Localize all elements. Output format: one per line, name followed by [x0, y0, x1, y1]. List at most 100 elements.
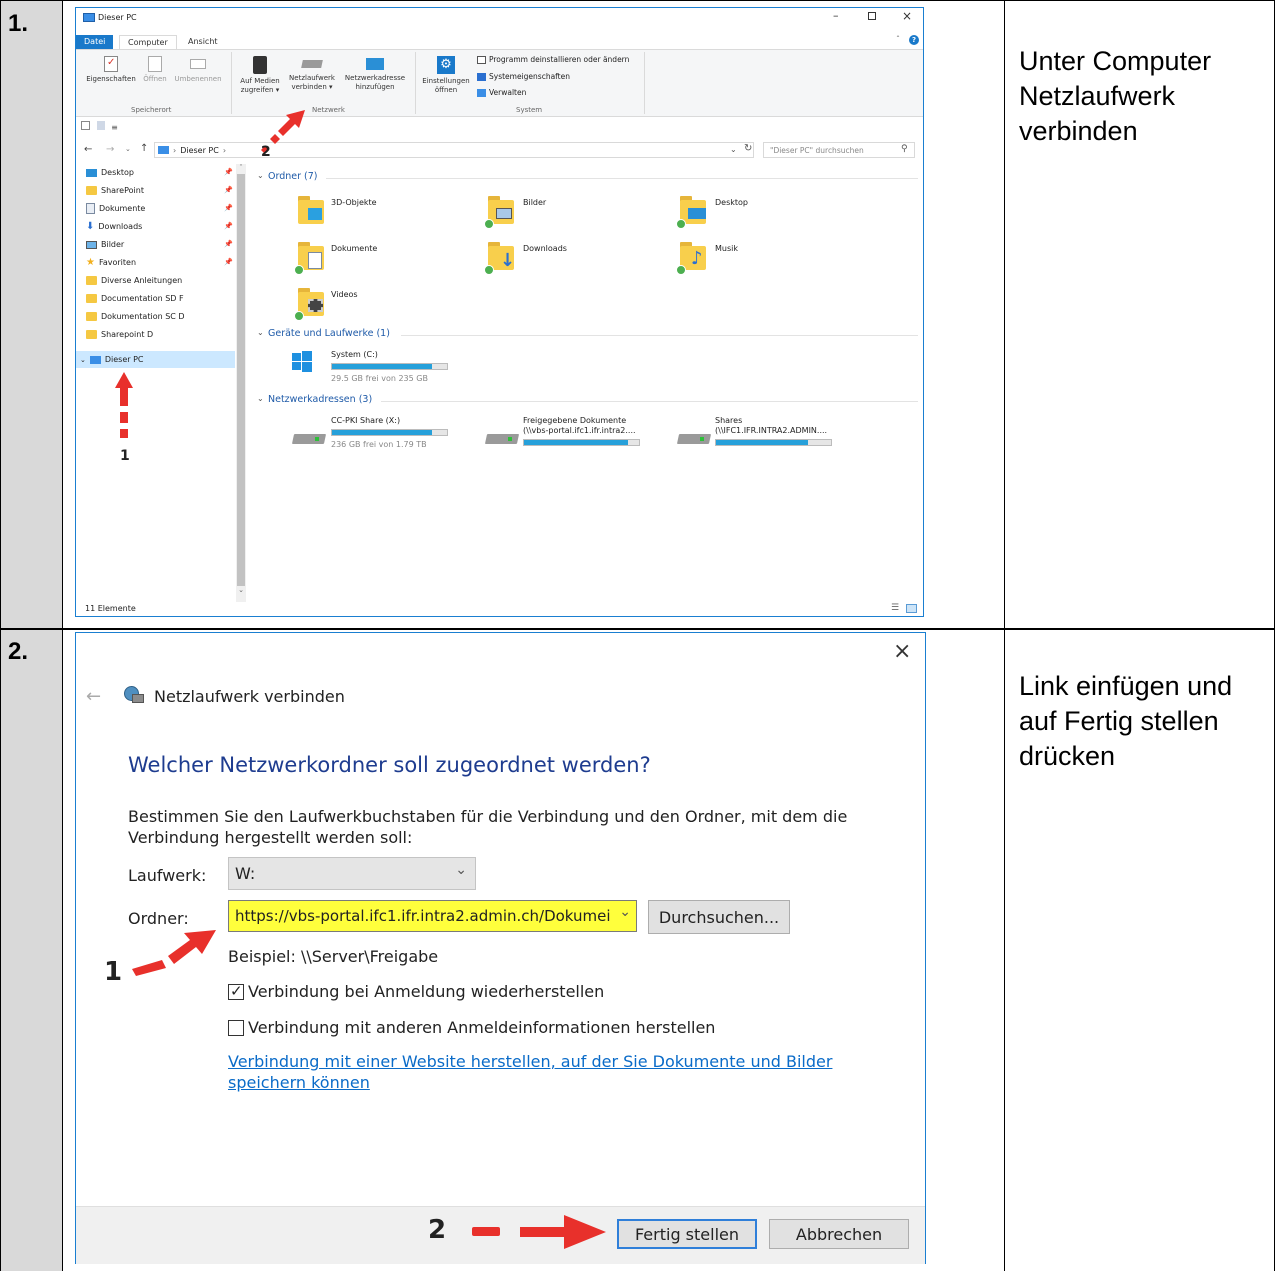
sidebar-item-desktop[interactable]: Desktop [86, 164, 134, 181]
tiles-view-icon[interactable] [906, 604, 917, 613]
scroll-up-icon[interactable]: ˆ [236, 164, 246, 172]
tab-datei[interactable]: Datei [76, 35, 114, 49]
sidebar-item-bilder[interactable]: Bilder [86, 236, 124, 253]
chevron-down-icon[interactable]: ⌄ [80, 356, 86, 364]
netzwerkadresse-hinzufuegen-button[interactable]: Netzwerkadresse hinzufügen [340, 56, 410, 92]
close-icon[interactable]: × [893, 639, 911, 664]
search-icon[interactable]: ⚲ [901, 144, 908, 154]
umbenennen-button[interactable]: Umbenennen [172, 56, 224, 84]
chevron-down-icon[interactable]: ⌄ [619, 904, 631, 920]
folder-dokumente-icon[interactable] [294, 240, 326, 275]
windows-logo-icon[interactable] [292, 351, 314, 373]
pin-icon[interactable]: 📌 [224, 204, 233, 212]
folder-label[interactable]: Musik [715, 244, 738, 253]
section-header-laufwerke[interactable]: Geräte und Laufwerke (1) [268, 328, 390, 339]
minimize-button[interactable]: – [833, 9, 839, 22]
laufwerk-select[interactable]: W: ⌄ [228, 857, 476, 890]
chevron-down-icon[interactable]: ⌄ [257, 328, 264, 337]
close-icon[interactable]: × [902, 9, 912, 23]
auf-medien-zugreifen-button[interactable]: Auf Medien zugreifen ▾ [235, 56, 285, 95]
verwalten-button[interactable]: Verwalten [477, 88, 526, 97]
search-input[interactable]: "Dieser PC" durchsuchen [763, 142, 915, 158]
chevron-down-icon[interactable]: ⌄ [455, 862, 467, 878]
other-credentials-checkbox-row[interactable]: Verbindung mit anderen Anmeldeinformatio… [228, 1018, 715, 1037]
recent-dropdown-icon[interactable]: ⌄ [125, 145, 131, 153]
tab-ansicht[interactable]: Ansicht [180, 35, 226, 49]
maximize-button[interactable] [868, 12, 876, 20]
breadcrumb[interactable]: Dieser PC [180, 146, 219, 155]
page-icon[interactable] [96, 121, 105, 130]
chevron-up-icon[interactable]: ˆ [896, 35, 900, 44]
sidebar-item-documentation-sd-f[interactable]: Documentation SD F [86, 290, 184, 307]
fertig-stellen-button[interactable]: Fertig stellen [617, 1219, 757, 1249]
network-drive-icon[interactable] [291, 428, 327, 446]
sidebar-item-favoriten[interactable]: ★ Favoriten [86, 254, 136, 271]
network-label[interactable]: Shares [715, 416, 742, 425]
pin-icon[interactable]: 📌 [224, 168, 233, 176]
folder-bilder-icon[interactable] [484, 194, 516, 229]
folder-3d-objekte-icon[interactable] [296, 194, 326, 226]
address-dropdown-icon[interactable]: ⌄ [730, 145, 737, 154]
eigenschaften-button[interactable]: ✓ Eigenschaften [80, 56, 142, 84]
folder-label[interactable]: Videos [331, 290, 358, 299]
folder-label[interactable]: Dokumente [331, 244, 377, 253]
ordner-input[interactable]: https://vbs-portal.ifc1.ifr.intra2.admin… [228, 900, 637, 932]
folder-desktop-icon[interactable] [676, 194, 708, 229]
scrollbar-thumb[interactable] [237, 174, 245, 586]
network-sub[interactable]: (\\vbs-portal.ifc1.ifr.intra2.... [523, 426, 636, 435]
back-arrow-icon[interactable]: ← [86, 686, 101, 707]
sidebar-item-sharepoint-d[interactable]: Sharepoint D [86, 326, 153, 343]
network-drive-icon[interactable] [676, 428, 712, 446]
check-icon: ✓ [230, 981, 243, 1000]
back-arrow-icon[interactable]: ← [84, 144, 92, 155]
network-drive-icon[interactable] [484, 428, 520, 446]
chevron-down-icon[interactable]: ⌄ [257, 394, 264, 403]
sidebar-item-dokumente[interactable]: Dokumente [86, 200, 145, 217]
pin-icon[interactable]: 📌 [224, 186, 233, 194]
reconnect-checkbox-row[interactable]: ✓ Verbindung bei Anmeldung wiederherstel… [228, 982, 604, 1001]
reconnect-checkbox[interactable]: ✓ [228, 981, 244, 1000]
folder-label[interactable]: Bilder [523, 198, 546, 207]
pin-icon[interactable]: 📌 [224, 240, 233, 248]
drive-label[interactable]: System (C:) [331, 350, 378, 359]
other-credentials-checkbox[interactable] [228, 1019, 244, 1036]
netzlaufwerk-verbinden-button[interactable]: Netzlaufwerk verbinden ▾ [285, 56, 339, 92]
systemeigenschaften-button[interactable]: Systemeigenschaften [477, 72, 570, 81]
folder-musik-icon[interactable]: ♪ [676, 240, 708, 275]
details-view-icon[interactable]: ☰ [891, 603, 899, 613]
sidebar-item-downloads[interactable]: ⬇ Downloads [86, 218, 142, 235]
network-label[interactable]: Freigegebene Dokumente [523, 416, 626, 425]
sidebar-item-dokumentation-sc-d[interactable]: Dokumentation SC D [86, 308, 185, 325]
help-icon[interactable]: ? [909, 35, 919, 45]
refresh-icon[interactable]: ↻ [744, 143, 752, 154]
pin-icon[interactable]: 📌 [224, 258, 233, 266]
folder-label[interactable]: Desktop [715, 198, 748, 207]
chevron-down-icon[interactable]: ⌄ [257, 171, 264, 180]
programm-deinstallieren-button[interactable]: Programm deinstallieren oder ändern [477, 55, 629, 64]
sidebar-item-dieser-pc[interactable]: ⌄ Dieser PC [76, 351, 235, 368]
abbrechen-button[interactable]: Abbrechen [769, 1219, 909, 1249]
folder-downloads-icon[interactable]: ↓ [484, 240, 516, 275]
folder-label[interactable]: 3D-Objekte [331, 198, 377, 207]
sidebar-item-sharepoint[interactable]: SharePoint [86, 182, 144, 199]
network-sub[interactable]: (\\IFC1.IFR.INTRA2.ADMIN.... [715, 426, 827, 435]
folder-label[interactable]: Downloads [523, 244, 567, 253]
forward-arrow-icon[interactable]: → [106, 144, 114, 155]
address-bar[interactable]: › Dieser PC › [154, 142, 754, 158]
sidebar-scrollbar[interactable]: ˆ ⌄ [236, 164, 246, 602]
einstellungen-oeffnen-button[interactable]: ⚙ Einstellungen öffnen [418, 56, 474, 95]
scroll-down-icon[interactable]: ⌄ [236, 586, 246, 594]
up-arrow-icon[interactable]: ↑ [140, 143, 148, 154]
oeffnen-button[interactable]: Öffnen [138, 56, 172, 84]
customize-icon[interactable]: ≡ [111, 123, 118, 132]
tab-computer[interactable]: Computer [119, 35, 177, 49]
pin-icon[interactable]: 📌 [224, 222, 233, 230]
checkbox-icon[interactable] [81, 121, 90, 130]
section-header-netzwerk[interactable]: Netzwerkadressen (3) [268, 394, 372, 405]
section-header-ordner[interactable]: Ordner (7) [268, 171, 318, 182]
folder-videos-icon[interactable] [294, 286, 326, 321]
sidebar-item-diverse-anleitungen[interactable]: Diverse Anleitungen [86, 272, 182, 289]
durchsuchen-button[interactable]: Durchsuchen... [648, 900, 790, 934]
website-link[interactable]: Verbindung mit einer Website herstellen,… [228, 1051, 868, 1093]
network-label[interactable]: CC-PKI Share (X:) [331, 416, 400, 425]
